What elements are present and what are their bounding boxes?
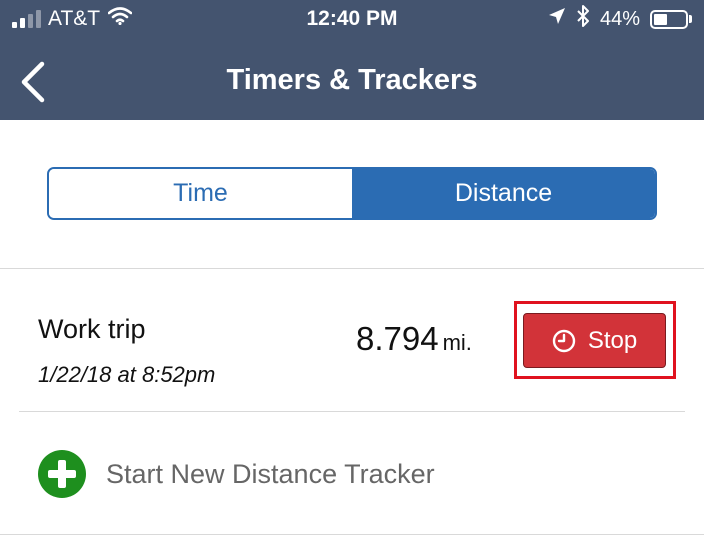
plus-circle-icon (38, 450, 86, 498)
bluetooth-icon (576, 5, 590, 33)
stop-button-label: Stop (587, 326, 638, 354)
tracker-type-segmented-control: Time Distance (47, 167, 657, 220)
start-new-distance-tracker[interactable]: Start New Distance Tracker (38, 450, 435, 498)
start-new-tracker-label: Start New Distance Tracker (106, 458, 435, 489)
tracker-distance: 8.794 mi. (356, 320, 472, 358)
status-bar: AT&T 12:40 PM 44% (0, 0, 704, 38)
location-icon (548, 7, 566, 31)
clock-icon (552, 329, 576, 352)
status-bar-right: 44% (548, 5, 692, 33)
stop-button[interactable]: Stop (523, 313, 666, 368)
tab-time[interactable]: Time (49, 169, 352, 218)
row-divider (19, 411, 685, 412)
page-title: Timers & Trackers (226, 64, 478, 96)
tab-distance[interactable]: Distance (352, 169, 655, 218)
distance-unit: mi. (442, 330, 472, 355)
navigation-bar: AT&T 12:40 PM 44% Timers & Trackers (0, 0, 704, 120)
battery-percent: 44% (599, 7, 640, 30)
section-divider (0, 268, 704, 269)
distance-value: 8.794 (356, 320, 439, 357)
tracker-name: Work trip (38, 314, 146, 344)
tracker-start-date: 1/22/18 at 8:52pm (38, 362, 216, 387)
bottom-divider (0, 534, 704, 535)
battery-icon (650, 9, 692, 29)
